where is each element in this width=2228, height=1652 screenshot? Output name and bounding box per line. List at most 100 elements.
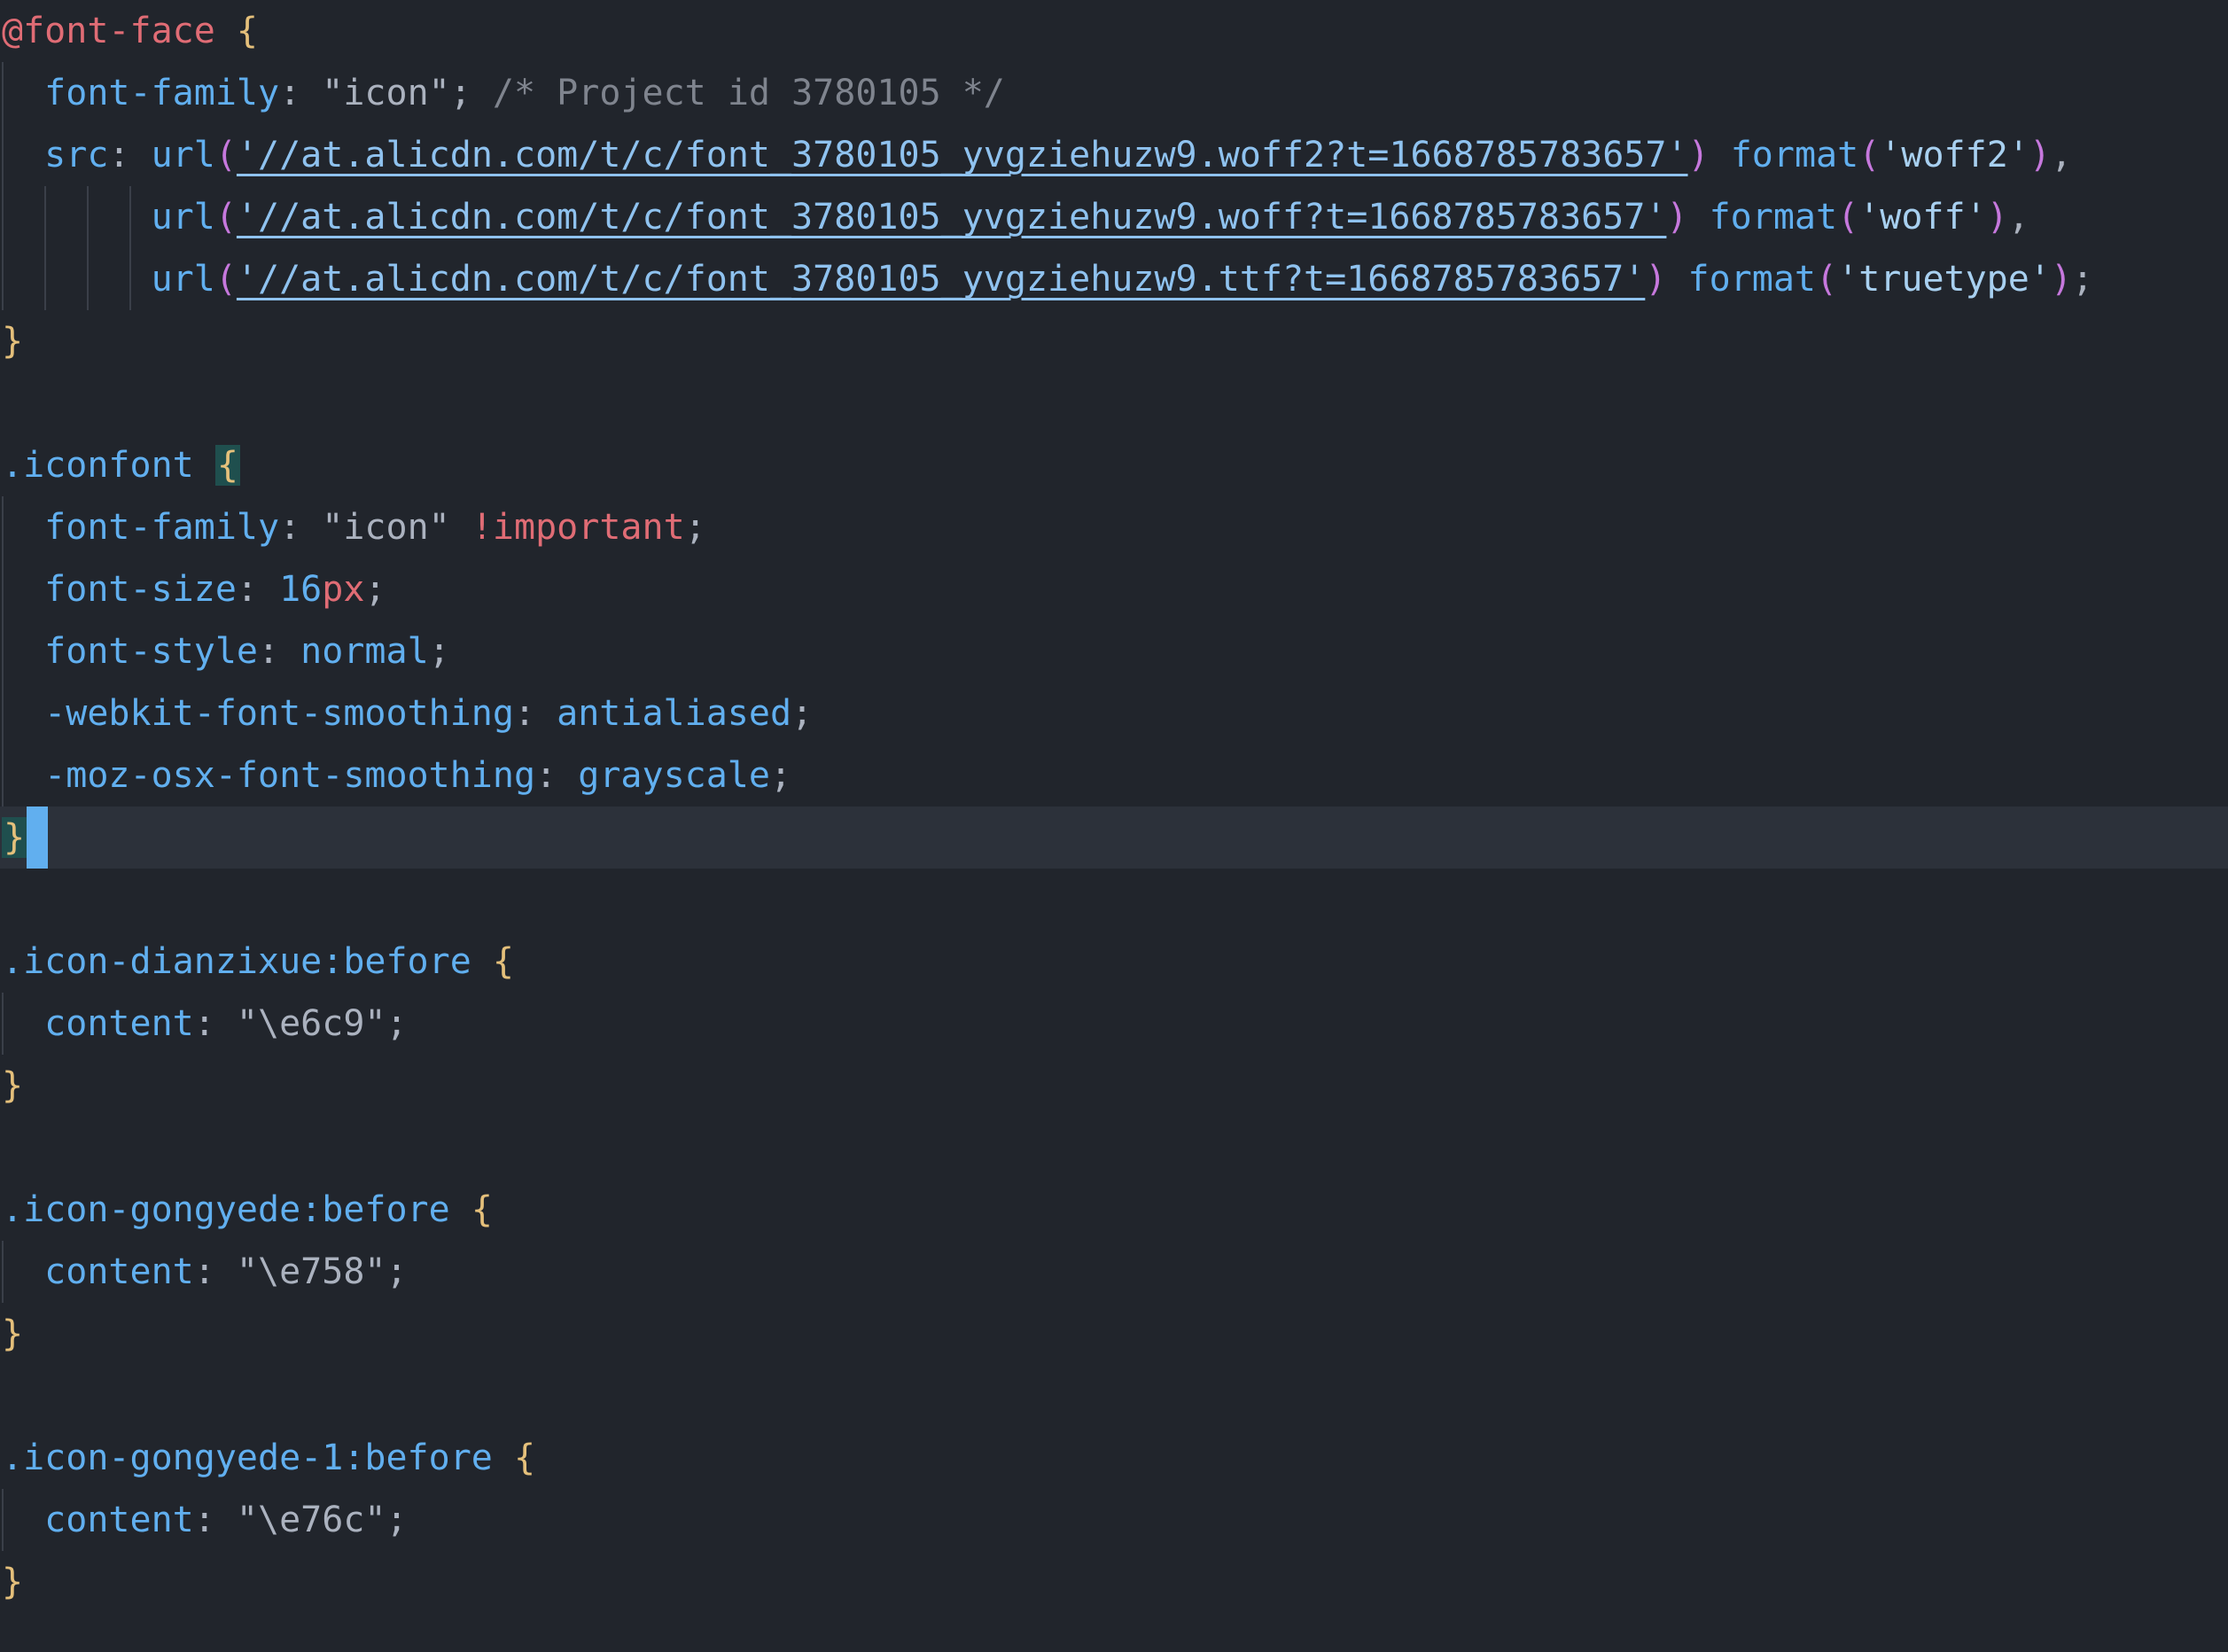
code-token: : xyxy=(279,507,323,548)
code-token: url xyxy=(2,197,215,238)
code-line-text: url('//at.alicdn.com/t/c/font_3780105_yv… xyxy=(2,248,2094,310)
indent-guide xyxy=(2,62,4,124)
code-token: ; xyxy=(449,73,493,113)
code-line[interactable]: @font-face { xyxy=(0,0,2228,62)
text-cursor xyxy=(27,807,49,869)
code-line-text: .icon-gongyede:before { xyxy=(2,1179,493,1241)
code-token: src xyxy=(2,135,109,175)
code-token: { xyxy=(214,445,240,486)
code-line-text: font-size: 16px; xyxy=(2,558,386,620)
code-token: : xyxy=(236,569,280,610)
code-line[interactable]: -webkit-font-smoothing: antialiased; xyxy=(0,682,2228,744)
code-token: ) xyxy=(2050,259,2073,300)
indent-guide xyxy=(2,1489,4,1551)
code-token: !important xyxy=(471,507,685,548)
code-line[interactable]: content: "\e758"; xyxy=(0,1241,2228,1303)
code-line[interactable]: } xyxy=(0,1055,2228,1117)
code-line[interactable]: .iconfont { xyxy=(0,434,2228,496)
indent-guide xyxy=(2,682,4,744)
code-line-text: content: "\e76c"; xyxy=(2,1489,407,1551)
code-line[interactable]: .icon-gongyede:before { xyxy=(0,1179,2228,1241)
code-token: { xyxy=(492,941,514,982)
code-token: ) xyxy=(1986,197,2008,238)
code-token: ( xyxy=(1858,135,1881,175)
code-token: ) xyxy=(1645,259,1667,300)
code-token: @font-face xyxy=(2,11,215,51)
code-token: : xyxy=(193,1500,237,1540)
code-line-text: } xyxy=(2,1303,23,1365)
code-token: { xyxy=(471,1189,493,1230)
code-token: } xyxy=(2,321,24,362)
code-line[interactable]: .icon-gongyede-1:before { xyxy=(0,1427,2228,1489)
code-token: format xyxy=(1666,259,1817,300)
code-line[interactable] xyxy=(0,869,2228,931)
code-line[interactable]: url('//at.alicdn.com/t/c/font_3780105_yv… xyxy=(0,248,2228,310)
indent-guide xyxy=(2,558,4,620)
code-token: antialiased xyxy=(557,693,792,734)
code-token: "\e76c" xyxy=(236,1500,386,1540)
code-line-text: font-family: "icon" !important; xyxy=(2,496,706,558)
code-token: url xyxy=(2,259,215,300)
indent-guide xyxy=(2,1241,4,1303)
code-token: : xyxy=(108,135,152,175)
code-line-text: } xyxy=(2,310,23,372)
code-token: format xyxy=(1687,197,1838,238)
code-token: /* Project id 3780105 */ xyxy=(492,73,1005,113)
code-token: .icon-dianzixue:before xyxy=(2,941,471,982)
indent-guide xyxy=(44,186,46,248)
code-line[interactable]: font-style: normal; xyxy=(0,620,2228,682)
code-token: ; xyxy=(684,507,706,548)
code-line[interactable]: .icon-dianzixue:before { xyxy=(0,931,2228,993)
code-token: font-size xyxy=(2,569,237,610)
code-line[interactable]: } xyxy=(0,807,2228,869)
code-line[interactable]: } xyxy=(0,1551,2228,1613)
code-line-text: } xyxy=(2,1055,23,1117)
code-line[interactable]: content: "\e76c"; xyxy=(0,1489,2228,1551)
code-token: ( xyxy=(1837,197,1859,238)
code-line[interactable]: } xyxy=(0,310,2228,372)
code-token: .icon-gongyede:before xyxy=(2,1189,450,1230)
code-line[interactable] xyxy=(0,1365,2228,1427)
code-editor[interactable]: @font-face { font-family: "icon"; /* Pro… xyxy=(0,0,2228,1652)
code-token: "icon" xyxy=(322,507,450,548)
indent-guide xyxy=(87,186,89,248)
code-line[interactable]: src: url('//at.alicdn.com/t/c/font_37801… xyxy=(0,124,2228,186)
code-token: 'woff' xyxy=(1858,197,1987,238)
code-token: : xyxy=(257,631,301,672)
code-line-text: -webkit-font-smoothing: antialiased; xyxy=(2,682,813,744)
code-line[interactable]: url('//at.alicdn.com/t/c/font_3780105_yv… xyxy=(0,186,2228,248)
code-line[interactable]: font-family: "icon" !important; xyxy=(0,496,2228,558)
code-token: font-style xyxy=(2,631,258,672)
code-line[interactable]: content: "\e6c9"; xyxy=(0,993,2228,1055)
code-line[interactable]: font-size: 16px; xyxy=(0,558,2228,620)
code-line-text: url('//at.alicdn.com/t/c/font_3780105_yv… xyxy=(2,186,2029,248)
code-token: { xyxy=(513,1438,536,1478)
code-token: normal xyxy=(300,631,429,672)
code-token: } xyxy=(2,1313,24,1354)
code-line[interactable] xyxy=(0,372,2228,434)
code-token: : xyxy=(193,1251,237,1292)
indent-guide xyxy=(2,124,4,186)
indent-guide xyxy=(2,186,4,248)
indent-guide xyxy=(129,248,131,310)
code-line[interactable]: -moz-osx-font-smoothing: grayscale; xyxy=(0,744,2228,807)
code-token: : xyxy=(193,1003,237,1044)
code-token: ) xyxy=(2029,135,2051,175)
code-line[interactable]: font-family: "icon"; /* Project id 37801… xyxy=(0,62,2228,124)
code-line[interactable]: } xyxy=(0,1303,2228,1365)
code-token: ( xyxy=(214,259,237,300)
code-token: : xyxy=(535,755,579,796)
code-token: -moz-osx-font-smoothing xyxy=(2,755,536,796)
code-line[interactable] xyxy=(0,1117,2228,1179)
code-token: { xyxy=(236,11,259,51)
code-token: ; xyxy=(386,1003,408,1044)
code-line-text: @font-face { xyxy=(2,0,258,62)
code-token: , xyxy=(2007,197,2029,238)
code-token: .iconfont xyxy=(2,445,194,486)
code-token: , xyxy=(2050,135,2073,175)
code-token: 16 xyxy=(279,569,323,610)
